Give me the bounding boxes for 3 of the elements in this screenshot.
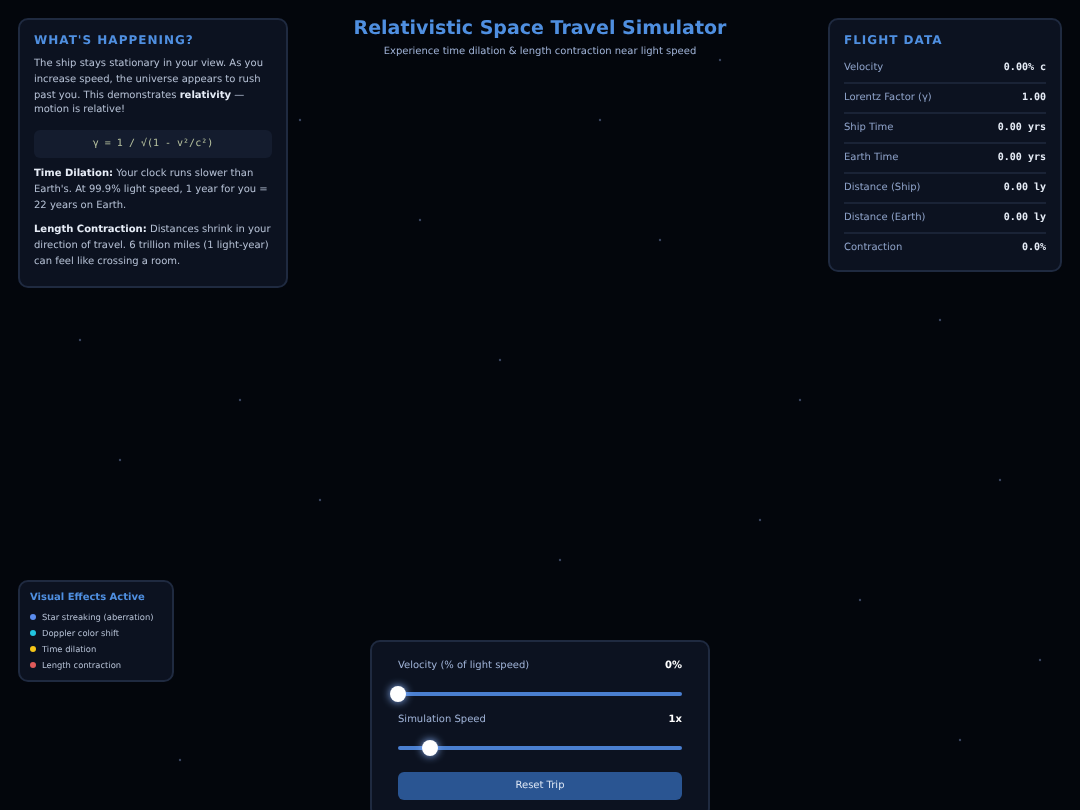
app-title: Relativistic Space Travel Simulator xyxy=(353,18,727,40)
slider-thumb[interactable] xyxy=(421,739,438,755)
slider-thumb[interactable] xyxy=(390,685,406,701)
